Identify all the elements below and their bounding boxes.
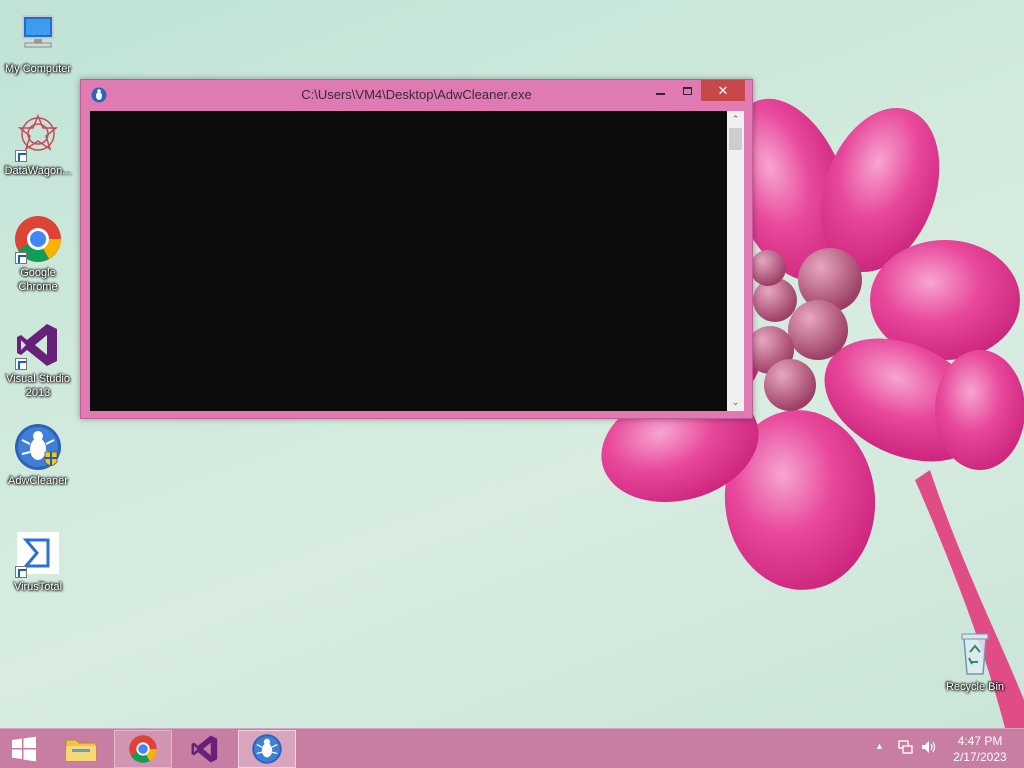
shortcut-arrow-icon bbox=[15, 566, 27, 578]
adwcleaner-icon bbox=[252, 734, 282, 764]
desktop-icon-google-chrome[interactable]: Google Chrome bbox=[0, 214, 76, 294]
datawagon-icon bbox=[13, 112, 63, 162]
recycle-bin-icon bbox=[950, 628, 1000, 678]
chrome-icon bbox=[129, 735, 157, 763]
start-button[interactable] bbox=[0, 730, 48, 768]
maximize-button[interactable] bbox=[674, 80, 701, 101]
system-clock[interactable]: 4:47 PM 2/17/2023 bbox=[948, 733, 1012, 765]
adwcleaner-icon bbox=[13, 422, 63, 472]
volume-icon[interactable] bbox=[921, 740, 937, 754]
close-icon: ✕ bbox=[717, 82, 729, 98]
visual-studio-icon bbox=[13, 320, 63, 370]
windows-logo-icon bbox=[12, 736, 36, 762]
virustotal-icon bbox=[13, 528, 63, 578]
desktop-icon-label: AdwCleaner bbox=[8, 475, 68, 487]
taskbar-adwcleaner[interactable] bbox=[238, 730, 296, 768]
desktop-icon-label: Visual Studio 2013 bbox=[5, 373, 70, 399]
taskbar-visual-studio[interactable] bbox=[176, 730, 234, 768]
window-titlebar[interactable]: C:\Users\VM4\Desktop\AdwCleaner.exe ✕ bbox=[81, 80, 752, 110]
desktop-icon-label: Recycle Bin bbox=[945, 681, 1005, 693]
taskbar bbox=[0, 728, 1024, 768]
desktop-icon-label: Google Chrome bbox=[18, 267, 58, 293]
visual-studio-icon bbox=[191, 735, 218, 763]
desktop-icon-datawagon[interactable]: DataWagon... bbox=[0, 112, 76, 178]
close-button[interactable]: ✕ bbox=[701, 80, 745, 101]
network-icon[interactable] bbox=[898, 740, 914, 754]
shortcut-arrow-icon bbox=[15, 252, 27, 264]
minimize-icon bbox=[656, 92, 665, 95]
taskbar-google-chrome[interactable] bbox=[114, 730, 172, 768]
chrome-icon bbox=[13, 214, 63, 264]
desktop-icon-visual-studio[interactable]: Visual Studio 2013 bbox=[0, 320, 76, 400]
shortcut-arrow-icon bbox=[15, 358, 27, 370]
desktop-icon-my-computer[interactable]: My Computer bbox=[0, 10, 76, 76]
scrollbar-thumb[interactable] bbox=[729, 128, 742, 150]
desktop-icon-virustotal[interactable]: VirusTotal bbox=[0, 528, 76, 594]
shortcut-arrow-icon bbox=[15, 150, 27, 162]
desktop-icon-label: VirusTotal bbox=[13, 581, 63, 593]
minimize-button[interactable] bbox=[647, 80, 674, 101]
show-hidden-icons-icon[interactable]: ▲ bbox=[875, 741, 884, 751]
desktop-icon-adwcleaner[interactable]: AdwCleaner bbox=[0, 422, 76, 488]
desktop-icon-label: DataWagon... bbox=[4, 165, 72, 177]
desktop-icon-recycle-bin[interactable]: Recycle Bin bbox=[937, 628, 1013, 694]
clock-date: 2/17/2023 bbox=[953, 750, 1007, 764]
console-window[interactable]: C:\Users\VM4\Desktop\AdwCleaner.exe ✕ ⌃ … bbox=[80, 79, 753, 419]
desktop-icon-label: My Computer bbox=[4, 63, 72, 75]
vertical-scrollbar[interactable]: ⌃ ⌄ bbox=[727, 111, 744, 411]
folder-icon bbox=[65, 739, 97, 762]
clock-time: 4:47 PM bbox=[957, 734, 1003, 748]
taskbar-file-explorer[interactable] bbox=[52, 730, 110, 768]
scroll-down-icon[interactable]: ⌄ bbox=[727, 394, 744, 411]
maximize-icon bbox=[683, 86, 692, 95]
console-output[interactable] bbox=[90, 111, 736, 411]
computer-icon bbox=[13, 10, 63, 60]
scroll-up-icon[interactable]: ⌃ bbox=[727, 111, 744, 128]
